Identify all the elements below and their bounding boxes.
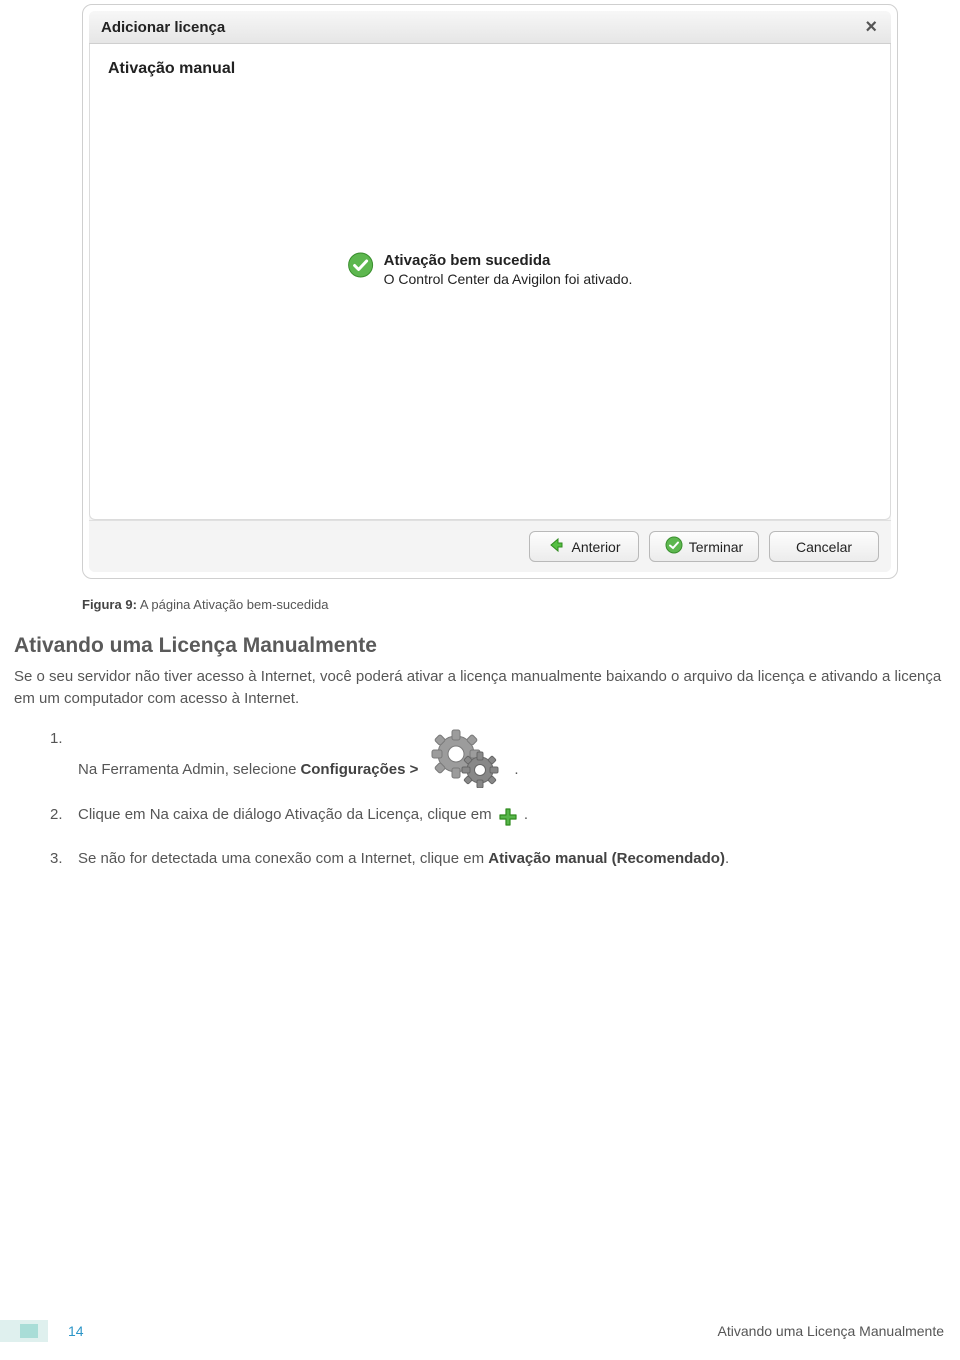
cancel-button[interactable]: Cancelar <box>769 531 879 562</box>
step1-text-c: . <box>514 759 518 782</box>
steps-list: Na Ferramenta Admin, selecione Configura… <box>14 728 946 871</box>
check-circle-icon <box>665 536 683 557</box>
step2-text-a: Clique em Na caixa de diálogo Ativação d… <box>78 806 496 823</box>
dialog-titlebar: Adicionar licença × <box>89 11 891 44</box>
back-button[interactable]: Anterior <box>529 531 639 562</box>
page-footer: 14 Ativando uma Licença Manualmente <box>0 1320 960 1342</box>
cancel-button-label: Cancelar <box>796 539 852 555</box>
step-3: Se não for detectada uma conexão com a I… <box>14 848 946 871</box>
finish-button-label: Terminar <box>689 539 743 555</box>
dialog-title: Adicionar licença <box>101 19 225 36</box>
dialog-body: Ativação manual Ativação bem sucedida O … <box>89 44 891 520</box>
success-message: O Control Center da Avigilon foi ativado… <box>384 271 633 287</box>
dialog: Adicionar licença × Ativação manual Ativ… <box>89 11 891 572</box>
activation-success-text: Ativação bem sucedida O Control Center d… <box>384 252 633 289</box>
success-check-icon <box>348 252 374 278</box>
step3-bold: Ativação manual (Recomendado) <box>488 850 725 867</box>
close-icon[interactable]: × <box>861 17 881 37</box>
step3-text-a: Se não for detectada uma conexão com a I… <box>78 850 488 867</box>
footer-section-name: Ativando uma Licença Manualmente <box>718 1323 944 1339</box>
dialog-subtitle: Ativação manual <box>108 60 872 78</box>
step-2: Clique em Na caixa de diálogo Ativação d… <box>14 804 946 827</box>
step3-text-c: . <box>725 850 729 867</box>
plus-icon <box>498 807 518 827</box>
dialog-footer: Anterior Terminar Cancelar <box>89 520 891 572</box>
section-lead-paragraph: Se o seu servidor não tiver acesso à Int… <box>14 666 946 710</box>
step2-text-b: . <box>524 806 528 823</box>
step-1: Na Ferramenta Admin, selecione Configura… <box>14 728 946 782</box>
step1-text-a: Na Ferramenta Admin, selecione <box>78 759 296 782</box>
finish-button[interactable]: Terminar <box>649 531 759 562</box>
arrow-left-icon <box>547 536 565 557</box>
back-button-label: Anterior <box>571 539 620 555</box>
dialog-container: Adicionar licença × Ativação manual Ativ… <box>82 4 898 579</box>
figure-label: Figura 9: <box>82 597 137 612</box>
step1-bold: Configurações > <box>300 759 418 782</box>
section-heading: Ativando uma Licença Manualmente <box>14 634 946 658</box>
success-title: Ativação bem sucedida <box>384 252 633 269</box>
page-number: 14 <box>68 1323 84 1339</box>
figure-caption: Figura 9: A página Ativação bem-sucedida <box>82 597 946 612</box>
figure-text: A página Ativação bem-sucedida <box>140 597 329 612</box>
gear-icon <box>426 728 506 788</box>
footer-decoration <box>0 1320 48 1342</box>
activation-success-block: Ativação bem sucedida O Control Center d… <box>348 252 633 289</box>
